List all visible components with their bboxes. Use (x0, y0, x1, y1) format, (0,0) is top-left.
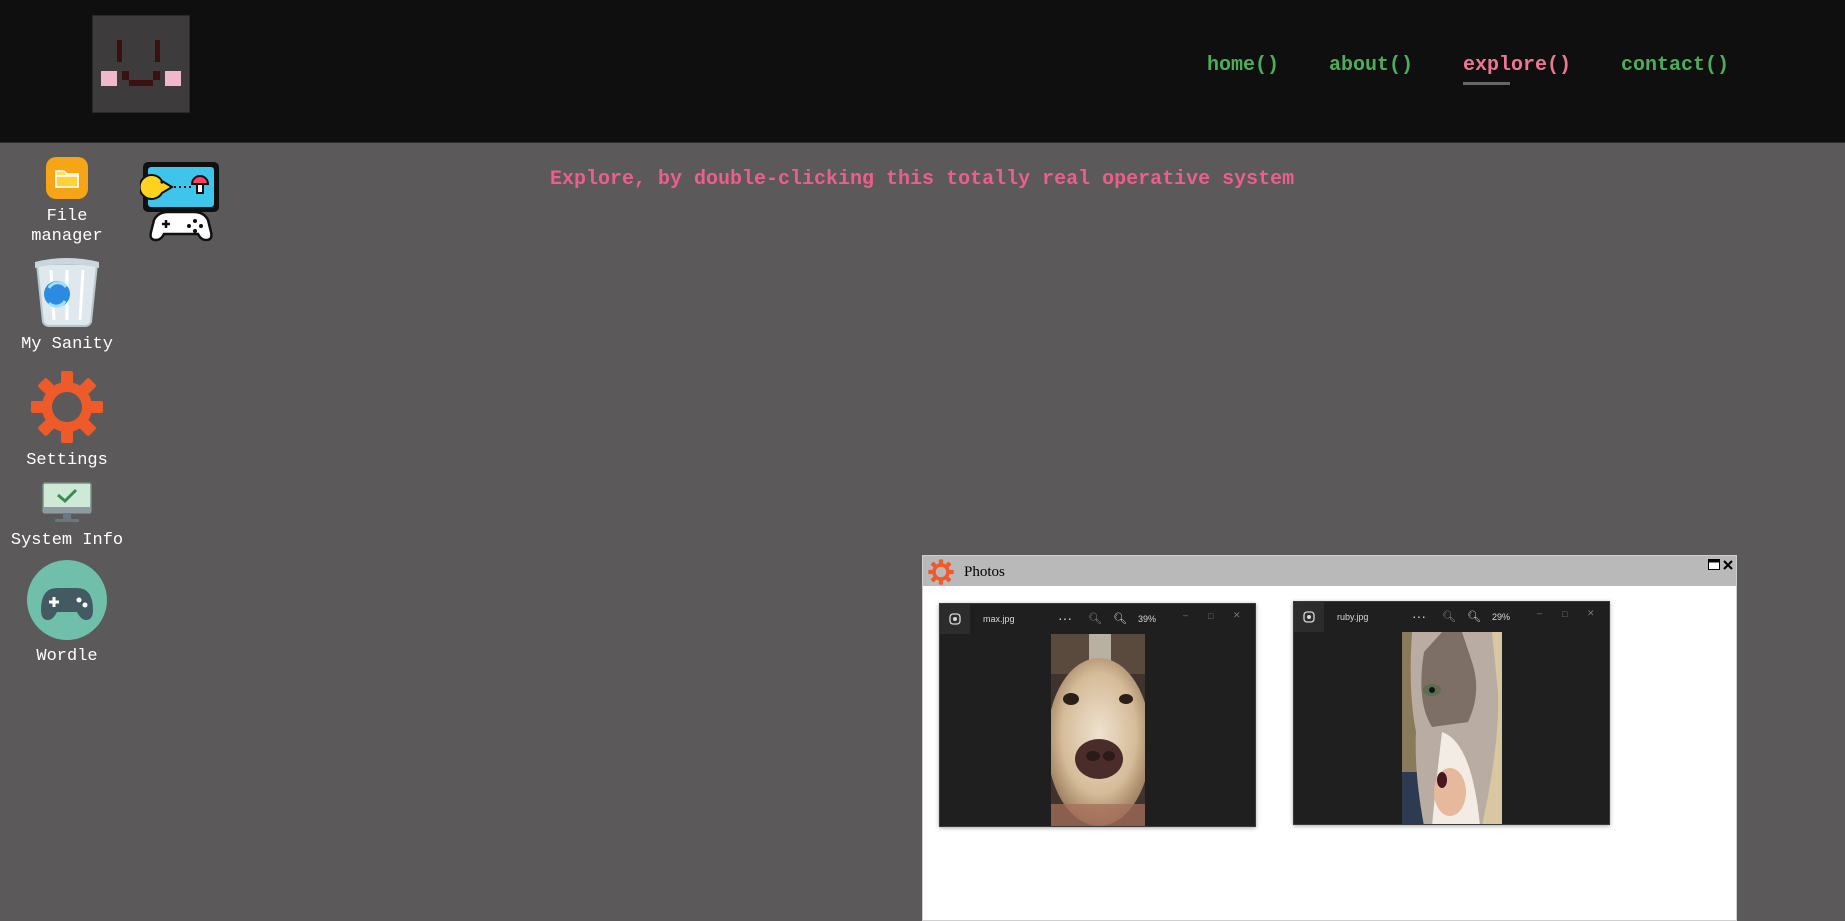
gear-icon (928, 559, 954, 585)
maximize-button[interactable] (1708, 559, 1720, 571)
window-title-bar[interactable]: Photos (923, 556, 1736, 586)
more-options-icon[interactable]: ··· (1412, 608, 1426, 624)
maximize-icon (1708, 559, 1720, 570)
photo-toolbar: max.jpg ··· 🔍︎ 🔍︎ 39% – □ ✕ (940, 604, 1255, 634)
restore-icon[interactable]: □ (1562, 609, 1567, 619)
image-icon (949, 613, 961, 625)
desktop-icon-arcade[interactable] (138, 160, 222, 242)
more-options-icon[interactable]: ··· (1058, 610, 1072, 626)
close-icon[interactable]: ✕ (1587, 608, 1595, 619)
monitor-check-icon (42, 482, 92, 522)
desktop-icon-system-info[interactable]: System Info (6, 482, 128, 551)
page-tagline: Explore, by double-clicking this totally… (550, 168, 1295, 191)
zoom-out-icon[interactable]: 🔍︎ (1442, 610, 1456, 623)
photos-app-icon (1294, 602, 1324, 632)
dog-photo (1051, 634, 1145, 826)
pixel-face-icon (101, 40, 181, 86)
window-title: Photos (964, 564, 1005, 580)
close-button[interactable] (1722, 559, 1734, 571)
folder-icon (46, 157, 88, 199)
nav-explore-link[interactable]: explore() (1463, 54, 1571, 85)
nav-contact-link[interactable]: contact() (1621, 54, 1729, 77)
pixel-face-logo[interactable] (92, 15, 190, 113)
photos-app-icon (940, 604, 970, 634)
zoom-in-icon[interactable]: 🔍︎ (1113, 612, 1127, 625)
nav-about-link[interactable]: about() (1329, 54, 1413, 77)
zoom-level: 39% (1138, 614, 1157, 624)
gear-icon (31, 371, 103, 443)
desktop-icon-label: Wordle (36, 647, 98, 666)
photos-window[interactable]: Photos max.jpg ··· 🔍︎ 🔍︎ 39% – □ ✕ ruby.… (922, 555, 1737, 921)
photo-filename: ruby.jpg (1337, 612, 1369, 622)
zoom-out-icon[interactable]: 🔍︎ (1088, 612, 1102, 625)
photo-viewer-ruby[interactable]: ruby.jpg ··· 🔍︎ 🔍︎ 29% – □ ✕ (1293, 601, 1610, 825)
photo-toolbar: ruby.jpg ··· 🔍︎ 🔍︎ 29% – □ ✕ (1294, 602, 1609, 632)
desktop-icon-settings[interactable]: Settings (6, 370, 128, 471)
desktop-icon-label: Settings (26, 451, 108, 470)
desktop-icon-file-manager[interactable]: File manager (6, 156, 128, 247)
photo-filename: max.jpg (983, 614, 1015, 624)
desktop-icon-label: My Sanity (21, 335, 113, 354)
photo-viewer-max[interactable]: max.jpg ··· 🔍︎ 🔍︎ 39% – □ ✕ (939, 603, 1256, 827)
zoom-level: 29% (1492, 612, 1511, 622)
arcade-games-icon (138, 162, 219, 242)
top-bar: home() about() explore() contact() (0, 0, 1845, 143)
minimize-icon[interactable]: – (1537, 608, 1542, 618)
restore-icon[interactable]: □ (1208, 611, 1213, 621)
desktop-icon-label: File manager (31, 207, 103, 246)
nav-home-link[interactable]: home() (1207, 54, 1279, 77)
desktop-icon-my-sanity[interactable]: My Sanity (6, 256, 128, 355)
gamepad-icon (27, 560, 107, 640)
image-icon (1303, 611, 1315, 623)
minimize-icon[interactable]: – (1183, 610, 1188, 620)
close-icon (1723, 560, 1733, 570)
desktop-icon-label: System Info (10, 531, 124, 550)
close-icon[interactable]: ✕ (1233, 610, 1241, 621)
recycle-bin-icon (35, 258, 99, 327)
zoom-in-icon[interactable]: 🔍︎ (1467, 610, 1481, 623)
desktop-icon-wordle[interactable]: Wordle (6, 560, 128, 667)
cat-photo (1402, 632, 1502, 824)
